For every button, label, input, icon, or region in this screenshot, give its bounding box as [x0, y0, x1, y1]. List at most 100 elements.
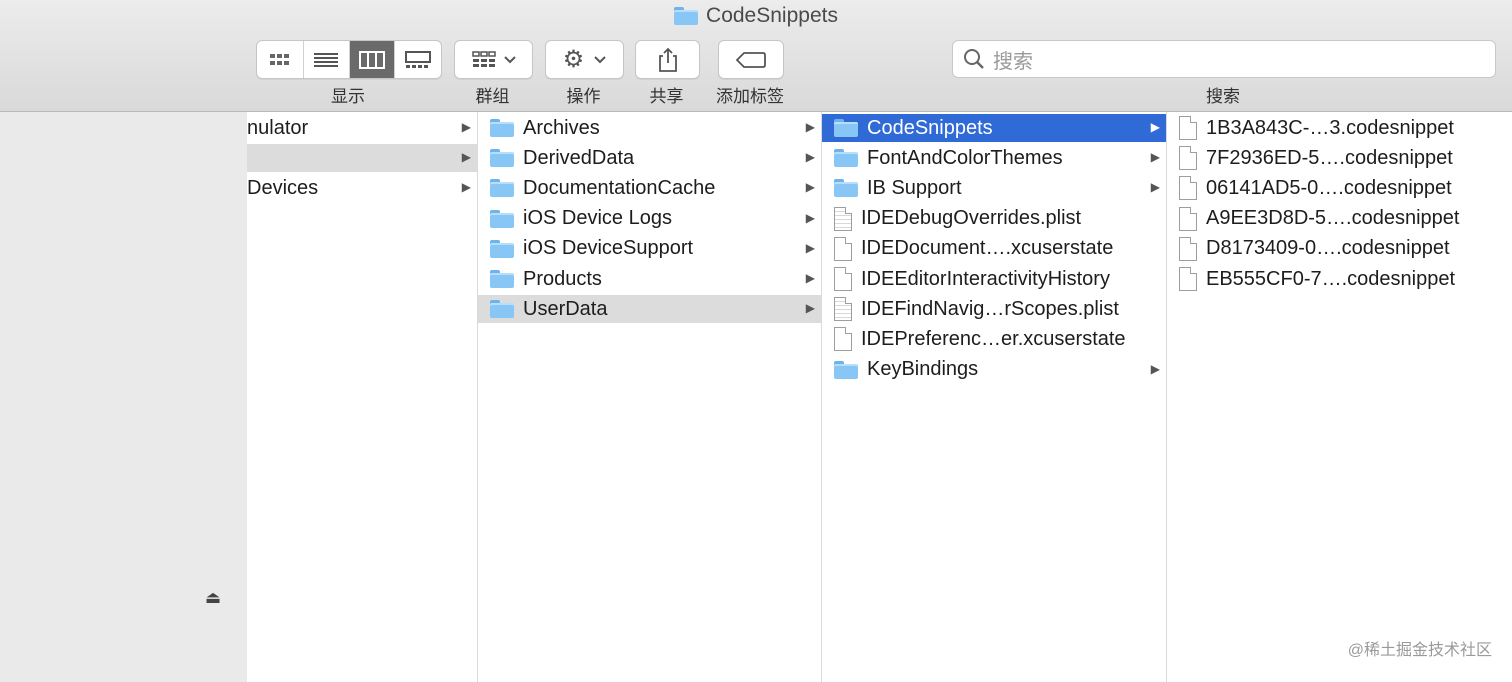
list-item[interactable]: DerivedData ▶	[478, 144, 821, 172]
list-item[interactable]: FontAndColorThemes ▶	[822, 144, 1166, 172]
document-icon	[1179, 206, 1197, 231]
list-item-label: Archives	[523, 116, 600, 139]
group-grid-icon	[471, 50, 496, 67]
list-item[interactable]: IDEEditorInteractivityHistory	[822, 265, 1166, 293]
folder-icon	[834, 119, 858, 137]
column-4: 1B3A843C-…3.codesnippet 7F2936ED-5….codes…	[1167, 112, 1512, 682]
list-item-label: A9EE3D8D-5….codesnippet	[1206, 207, 1460, 230]
list-item[interactable]: IDEDebugOverrides.plist	[822, 205, 1166, 233]
list-item[interactable]: iOS DeviceSupport ▶	[478, 235, 821, 263]
list-item[interactable]: CodeSnippets ▶	[822, 114, 1166, 142]
list-item[interactable]: DocumentationCache ▶	[478, 174, 821, 202]
list-item[interactable]: IDEFindNavig…rScopes.plist	[822, 295, 1166, 323]
share-icon	[658, 47, 677, 72]
list-item[interactable]: Devices ▶	[247, 174, 477, 202]
gallery-icon	[405, 50, 432, 68]
disclosure-arrow-icon: ▶	[1150, 180, 1160, 195]
folder-icon	[490, 209, 514, 228]
list-lines-icon	[314, 52, 339, 67]
search-label: 搜索	[1206, 87, 1240, 106]
list-item[interactable]: IB Support ▶	[822, 174, 1166, 202]
list-item[interactable]: D8173409-0….codesnippet	[1167, 235, 1512, 263]
list-item[interactable]: iOS Device Logs ▶	[478, 205, 821, 233]
list-item-label: Products	[523, 267, 602, 290]
columns-icon	[358, 50, 385, 69]
disclosure-arrow-icon: ▶	[805, 120, 815, 134]
chevron-down-icon	[594, 55, 606, 63]
group-label: 群组	[475, 87, 510, 106]
plist-file-icon	[834, 297, 852, 322]
list-item-label: CodeSnippets	[867, 116, 993, 139]
list-item-label: iOS Device Logs	[523, 207, 672, 230]
list-item[interactable]: A9EE3D8D-5….codesnippet	[1167, 205, 1512, 233]
list-item-label: IDEPreferenc…er.xcuserstate	[861, 327, 1126, 350]
gallery-view-button[interactable]	[395, 41, 441, 78]
list-item[interactable]: ▶	[247, 144, 477, 173]
icon-view-button[interactable]	[257, 41, 304, 78]
folder-icon	[834, 179, 858, 198]
list-item-label: UserData	[523, 297, 608, 320]
list-item-label: 7F2936ED-5….codesnippet	[1206, 146, 1453, 169]
list-item[interactable]: 06141AD5-0….codesnippet	[1167, 174, 1512, 202]
column-3: CodeSnippets ▶ FontAndColorThemes ▶ IB Suppo…	[822, 112, 1167, 682]
document-icon	[1179, 116, 1197, 140]
tags-label: 添加标签	[716, 87, 784, 106]
disclosure-arrow-icon: ▶	[461, 180, 471, 195]
list-item-label: 06141AD5-0….codesnippet	[1206, 176, 1452, 199]
search-icon	[964, 49, 984, 69]
disclosure-arrow-icon: ▶	[805, 271, 815, 285]
list-item-label: KeyBindings	[867, 358, 979, 381]
view-label: 显示	[331, 87, 365, 106]
chevron-down-icon	[503, 55, 516, 63]
folder-icon	[490, 179, 514, 198]
view-mode-control[interactable]	[256, 40, 442, 79]
window-title: CodeSnippets	[0, 4, 1512, 28]
document-icon	[1179, 176, 1197, 201]
list-item-label: 1B3A843C-…3.codesnippet	[1206, 116, 1454, 139]
disclosure-arrow-icon: ▶	[805, 210, 815, 225]
share-button[interactable]	[635, 40, 700, 79]
list-item[interactable]: 1B3A843C-…3.codesnippet	[1167, 114, 1512, 142]
disclosure-arrow-icon: ▶	[805, 301, 815, 316]
list-item-label: DerivedData	[523, 146, 635, 169]
folder-icon	[490, 270, 514, 288]
list-item-label: iOS DeviceSupport	[523, 237, 694, 260]
search-placeholder: 搜索	[993, 50, 1033, 73]
list-item-label: DocumentationCache	[523, 176, 716, 199]
list-item[interactable]: EB555CF0-7….codesnippet	[1167, 265, 1512, 293]
column-1: nulator ▶ ▶ Devices ▶	[247, 112, 478, 682]
list-item[interactable]: Archives ▶	[478, 114, 821, 142]
list-item[interactable]: UserData ▶	[478, 295, 821, 324]
disclosure-arrow-icon: ▶	[805, 150, 815, 165]
document-icon	[1179, 146, 1197, 171]
list-item[interactable]: IDEPreferenc…er.xcuserstate	[822, 325, 1166, 353]
folder-icon	[674, 7, 699, 25]
list-item[interactable]: nulator ▶	[247, 114, 477, 142]
window-title-text: CodeSnippets	[706, 4, 838, 27]
group-button[interactable]	[454, 40, 533, 79]
icon-grid-icon	[269, 53, 289, 65]
list-item[interactable]: Products ▶	[478, 265, 821, 293]
eject-icon[interactable]: ⏏	[205, 588, 221, 608]
document-icon	[1179, 267, 1197, 291]
list-item-label: IB Support	[867, 176, 962, 199]
list-view-button[interactable]	[304, 41, 350, 78]
action-button[interactable]: ⚙	[545, 40, 624, 79]
folder-icon	[490, 239, 514, 258]
search-field[interactable]: 搜索	[952, 40, 1496, 78]
list-item-label: IDEFindNavig…rScopes.plist	[861, 297, 1119, 320]
column-view-button[interactable]	[349, 41, 396, 78]
list-item[interactable]: 7F2936ED-5….codesnippet	[1167, 144, 1512, 172]
document-icon	[834, 236, 852, 261]
tags-button[interactable]	[718, 40, 784, 79]
list-item[interactable]: KeyBindings ▶	[822, 356, 1166, 384]
document-icon	[834, 267, 852, 291]
folder-icon	[490, 119, 514, 137]
disclosure-arrow-icon: ▶	[461, 150, 471, 165]
list-item-label: Devices	[247, 176, 319, 199]
list-item-label: EB555CF0-7….codesnippet	[1206, 267, 1456, 290]
gear-icon: ⚙	[562, 46, 585, 73]
list-item[interactable]: IDEDocument….xcuserstate	[822, 235, 1166, 263]
disclosure-arrow-icon: ▶	[1150, 150, 1160, 165]
disclosure-arrow-icon: ▶	[805, 180, 815, 195]
